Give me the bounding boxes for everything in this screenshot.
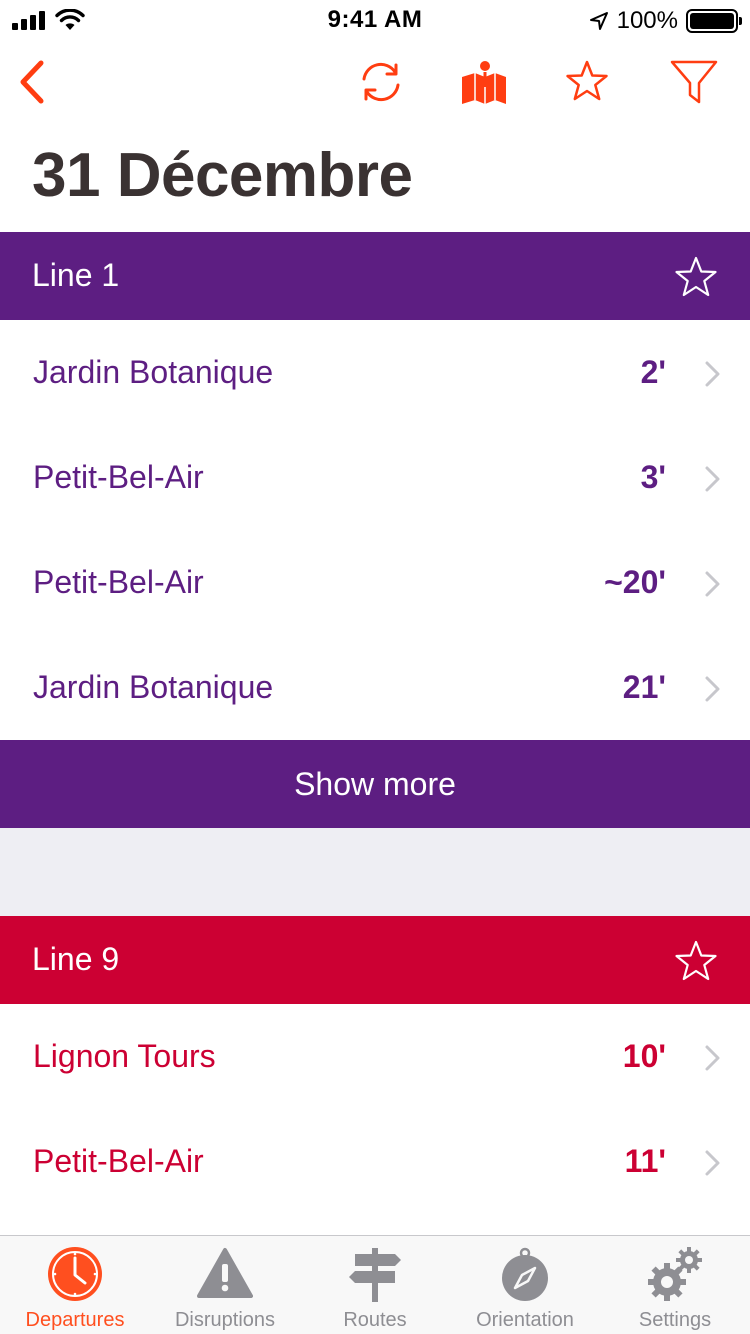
map-icon	[462, 59, 506, 104]
tab-bar: Departures Disruptions Routes Orientatio…	[0, 1235, 750, 1334]
tab-label: Disruptions	[174, 1309, 276, 1331]
chevron-right-icon	[705, 1045, 720, 1071]
tab-settings[interactable]: Settings	[600, 1236, 750, 1334]
departure-destination: Lignon Tours	[33, 1038, 216, 1074]
chevron-right-icon	[705, 676, 720, 702]
clock-icon	[48, 1247, 102, 1301]
departure-destination: Jardin Botanique	[33, 669, 274, 705]
departure-row[interactable]: Petit-Bel-Air 11'	[0, 1109, 750, 1214]
line-name: Line 9	[32, 941, 120, 977]
departure-row[interactable]: Petit-Bel-Air ~20'	[0, 530, 750, 635]
signpost-icon	[349, 1248, 401, 1302]
chevron-right-icon	[705, 571, 720, 597]
map-button[interactable]	[454, 52, 514, 112]
compass-icon	[502, 1247, 548, 1301]
filter-button[interactable]	[664, 52, 724, 112]
departure-minutes: 21'	[622, 669, 666, 705]
battery-icon	[686, 9, 742, 33]
gears-icon	[648, 1247, 702, 1301]
back-button[interactable]	[2, 52, 62, 112]
departure-minutes: 2'	[640, 354, 666, 390]
line-name: Line 1	[32, 257, 120, 293]
battery-percent: 100%	[616, 7, 678, 34]
favorite-button[interactable]	[557, 52, 617, 112]
departure-minutes: ~20'	[604, 564, 666, 600]
refresh-button[interactable]	[351, 52, 411, 112]
departure-row[interactable]: Jardin Botanique 21'	[0, 635, 750, 740]
tab-disruptions[interactable]: Disruptions	[150, 1236, 300, 1334]
tab-label: Orientation	[476, 1309, 574, 1331]
departure-row[interactable]: Petit-Bel-Air 3'	[0, 425, 750, 530]
tab-orientation[interactable]: Orientation	[450, 1236, 600, 1334]
line-header-1: Line 1	[0, 232, 750, 320]
tab-label: Departures	[25, 1309, 125, 1331]
departure-minutes: 3'	[640, 459, 666, 495]
departure-destination: Petit-Bel-Air	[33, 459, 204, 495]
section-separator	[0, 828, 750, 916]
status-bar-right: 100%	[589, 7, 742, 35]
navigation-bar	[0, 40, 750, 130]
status-bar: 9:41 AM 100%	[0, 0, 750, 40]
departure-row[interactable]: Lignon Tours 10'	[0, 1004, 750, 1109]
show-more-button[interactable]: Show more	[0, 740, 750, 828]
warning-icon	[197, 1248, 253, 1298]
tab-label: Settings	[638, 1309, 712, 1331]
page-title: 31 Décembre	[32, 141, 413, 210]
chevron-right-icon	[705, 466, 720, 492]
departure-minutes: 10'	[622, 1038, 666, 1074]
filter-icon	[670, 60, 718, 104]
tab-label: Routes	[343, 1309, 407, 1331]
departure-destination: Petit-Bel-Air	[33, 564, 204, 600]
line-favorite-star-icon[interactable]	[672, 254, 720, 302]
chevron-right-icon	[705, 1150, 720, 1176]
chevron-right-icon	[705, 361, 720, 387]
line-header-9: Line 9	[0, 916, 750, 1004]
line-favorite-star-icon[interactable]	[672, 938, 720, 986]
tab-routes[interactable]: Routes	[300, 1236, 450, 1334]
departure-minutes: 11'	[624, 1143, 666, 1179]
departure-destination: Jardin Botanique	[33, 354, 274, 390]
tab-departures[interactable]: Departures	[0, 1236, 150, 1334]
back-chevron-icon	[20, 60, 44, 104]
departure-row[interactable]: Jardin Botanique 2'	[0, 320, 750, 425]
location-arrow-icon	[589, 12, 608, 30]
refresh-icon	[362, 62, 400, 102]
favorite-star-icon	[566, 60, 608, 101]
departure-destination: Petit-Bel-Air	[33, 1143, 204, 1179]
